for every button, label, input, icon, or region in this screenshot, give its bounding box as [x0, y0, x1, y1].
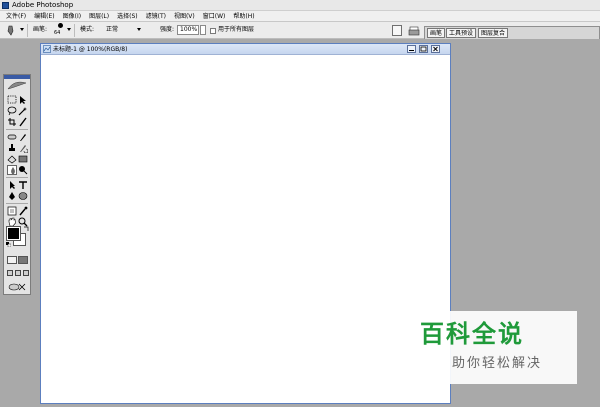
brush-size-value: 64	[54, 30, 61, 36]
mode-select[interactable]: 正常	[106, 26, 118, 34]
foreground-color-swatch[interactable]	[6, 226, 21, 241]
eyedropper-tool-icon[interactable]	[18, 206, 28, 216]
tool-preset-dropdown-icon[interactable]	[20, 28, 24, 31]
history-brush-tool-icon[interactable]	[18, 143, 28, 153]
menu-file[interactable]: 文件(F)	[2, 12, 30, 21]
dodge-tool-icon[interactable]	[18, 165, 28, 175]
notes-tool-icon[interactable]	[7, 206, 17, 216]
menu-bar: 文件(F) 编辑(E) 图像(I) 图层(L) 选择(S) 滤镜(T) 视图(V…	[0, 11, 600, 22]
path-selection-tool-icon[interactable]	[7, 180, 17, 190]
document-window: 未标题-1 @ 100%(RGB/8)	[40, 43, 451, 404]
sample-all-layers-checkbox[interactable]	[210, 28, 216, 34]
full-screen-mode-icon[interactable]	[23, 270, 29, 276]
close-button[interactable]	[431, 45, 440, 53]
quick-mask-mode-icon[interactable]	[18, 256, 28, 264]
menu-window[interactable]: 窗口(W)	[199, 12, 230, 21]
standard-mode-icon[interactable]	[7, 256, 17, 264]
brush-tool-icon[interactable]	[18, 132, 28, 142]
divider	[6, 129, 28, 130]
sharpen-tool-preset-icon[interactable]	[5, 25, 17, 36]
watermark-subtitle: 助你轻松解决	[452, 356, 543, 371]
document-icon	[43, 45, 51, 53]
menu-view[interactable]: 视图(V)	[170, 12, 199, 21]
app-title-bar: Adobe Photoshop	[0, 0, 600, 11]
hand-tool-icon[interactable]	[7, 217, 17, 227]
watermark-title: 百科全说	[420, 320, 524, 348]
options-bar: 画笔: 64 模式: 正常 强度: 100% 用于所有图层 画笔 工具预设 图层…	[0, 22, 600, 39]
brush-preview-icon[interactable]	[58, 23, 63, 28]
menu-select[interactable]: 选择(S)	[113, 12, 142, 21]
gradient-tool-icon[interactable]	[18, 154, 28, 164]
menu-help[interactable]: 帮助(H)	[229, 12, 258, 21]
maximize-button[interactable]	[419, 45, 428, 53]
strength-label: 强度:	[160, 26, 175, 33]
photoshop-app-icon	[2, 2, 9, 9]
divider	[6, 177, 28, 178]
default-colors-icon[interactable]	[6, 241, 12, 248]
divider	[74, 24, 75, 37]
palette-well: 画笔 工具预设 图层复合	[424, 26, 600, 39]
crop-tool-icon[interactable]	[7, 117, 17, 127]
standard-screen-mode-icon[interactable]	[7, 270, 13, 276]
healing-brush-tool-icon[interactable]	[7, 132, 17, 142]
lasso-tool-icon[interactable]	[7, 106, 17, 116]
photoshop-feather-icon[interactable]	[7, 81, 27, 91]
menu-filter[interactable]: 滤镜(T)	[142, 12, 170, 21]
strength-slider-button[interactable]	[200, 25, 206, 35]
jump-to-imageready-icon[interactable]	[8, 282, 26, 291]
watermark: 百科全说 助你轻松解决	[412, 311, 577, 384]
toolbox	[3, 74, 31, 295]
full-screen-menu-mode-icon[interactable]	[15, 270, 21, 276]
slice-tool-icon[interactable]	[18, 117, 28, 127]
pen-tool-icon[interactable]	[7, 191, 17, 201]
document-canvas[interactable]	[44, 58, 447, 400]
brush-dropdown-icon[interactable]	[67, 28, 71, 31]
blur-tool-icon[interactable]	[7, 165, 17, 175]
mode-label: 模式:	[80, 26, 95, 33]
eraser-tool-icon[interactable]	[7, 154, 17, 164]
tab-tool-presets[interactable]: 工具预设	[446, 28, 477, 38]
magic-wand-tool-icon[interactable]	[18, 106, 28, 116]
move-tool-icon[interactable]	[18, 95, 28, 105]
minimize-button[interactable]	[407, 45, 416, 53]
menu-image[interactable]: 图像(I)	[59, 12, 85, 21]
menu-layer[interactable]: 图层(L)	[85, 12, 113, 21]
app-title: Adobe Photoshop	[12, 1, 74, 9]
swap-colors-icon[interactable]	[23, 226, 29, 232]
strength-input[interactable]: 100%	[177, 25, 199, 35]
type-tool-icon[interactable]	[18, 180, 28, 190]
sample-all-layers-label: 用于所有图层	[218, 26, 255, 33]
mode-dropdown-icon[interactable]	[137, 28, 141, 31]
toolbox-header[interactable]	[4, 75, 30, 79]
marquee-tool-icon[interactable]	[7, 95, 17, 105]
document-title: 未标题-1 @ 100%(RGB/8)	[53, 46, 128, 53]
shape-tool-icon[interactable]	[18, 191, 28, 201]
divider	[27, 24, 28, 37]
menu-edit[interactable]: 编辑(E)	[30, 12, 58, 21]
print-icon[interactable]	[408, 26, 420, 36]
tab-layer-comps[interactable]: 图层复合	[478, 28, 509, 38]
brush-label: 画笔:	[33, 26, 48, 33]
clone-stamp-tool-icon[interactable]	[7, 143, 17, 153]
divider	[6, 203, 28, 204]
file-browser-icon[interactable]	[392, 25, 402, 36]
document-title-bar[interactable]: 未标题-1 @ 100%(RGB/8)	[41, 44, 450, 55]
tab-brushes[interactable]: 画笔	[427, 28, 446, 38]
